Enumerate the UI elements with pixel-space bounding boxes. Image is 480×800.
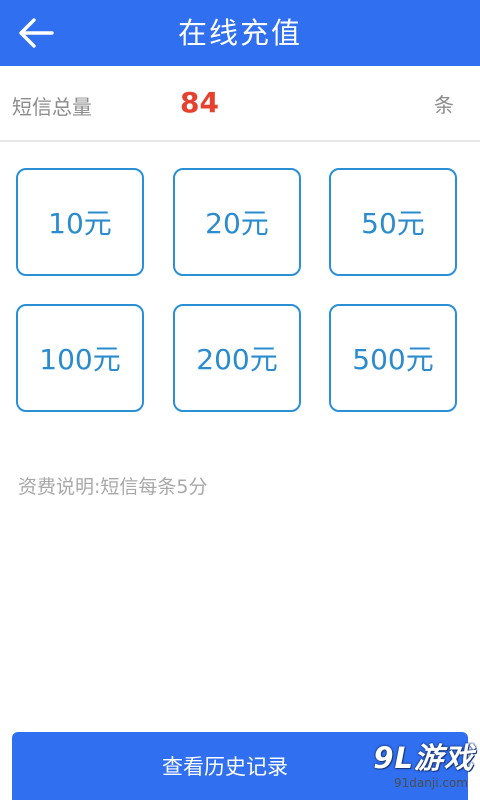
sms-total-row: 短信总量 84 条 bbox=[0, 66, 480, 142]
watermark-domain: 91danji.com bbox=[394, 776, 468, 790]
page-title: 在线充值 bbox=[177, 16, 302, 50]
watermark-logo: 9L游戏 bbox=[373, 741, 474, 775]
recharge-screen: 在线充值 短信总量 84 条 10元 20元 50元 100元 200元 500… bbox=[0, 0, 480, 800]
sms-total-label: 短信总量 bbox=[12, 95, 92, 119]
header-bar: 在线充值 bbox=[0, 0, 480, 66]
amount-500-button[interactable]: 500元 bbox=[329, 304, 457, 412]
amount-50-button[interactable]: 50元 bbox=[329, 168, 457, 276]
sms-unit-label: 条 bbox=[434, 93, 454, 117]
amount-100-button[interactable]: 100元 bbox=[16, 304, 144, 412]
amount-200-button[interactable]: 200元 bbox=[173, 304, 301, 412]
sms-total-count: 84 bbox=[180, 86, 219, 119]
site-watermark: 9L游戏 91danji.com bbox=[350, 740, 474, 796]
fee-description: 资费说明:短信每条5分 bbox=[18, 476, 208, 498]
amount-20-button[interactable]: 20元 bbox=[173, 168, 301, 276]
amount-10-button[interactable]: 10元 bbox=[16, 168, 144, 276]
view-history-label: 查看历史记录 bbox=[162, 755, 288, 779]
